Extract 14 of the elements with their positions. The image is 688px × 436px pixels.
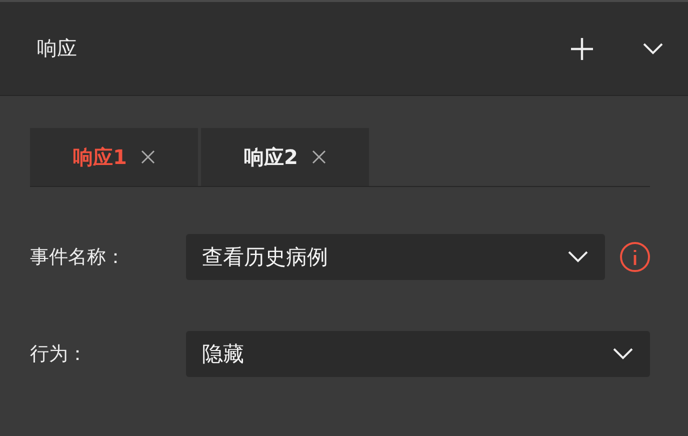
field-label: 行为： xyxy=(30,342,88,367)
panel-title: 响应 xyxy=(37,35,78,62)
dropdown[interactable]: 隐藏 xyxy=(186,331,650,377)
plus-icon xyxy=(570,36,594,60)
info-icon[interactable] xyxy=(619,241,651,273)
chevron-down-icon xyxy=(642,42,664,56)
close-icon[interactable] xyxy=(312,150,326,164)
chevron-down-icon xyxy=(567,250,589,264)
close-icon[interactable] xyxy=(140,150,155,164)
field-label: 事件名称： xyxy=(30,245,126,270)
tab[interactable]: 响应1 xyxy=(30,128,198,186)
tab[interactable]: 响应2 xyxy=(201,128,369,186)
chevron-down-icon xyxy=(612,347,634,361)
dropdown[interactable]: 查看历史病例 xyxy=(186,234,605,280)
